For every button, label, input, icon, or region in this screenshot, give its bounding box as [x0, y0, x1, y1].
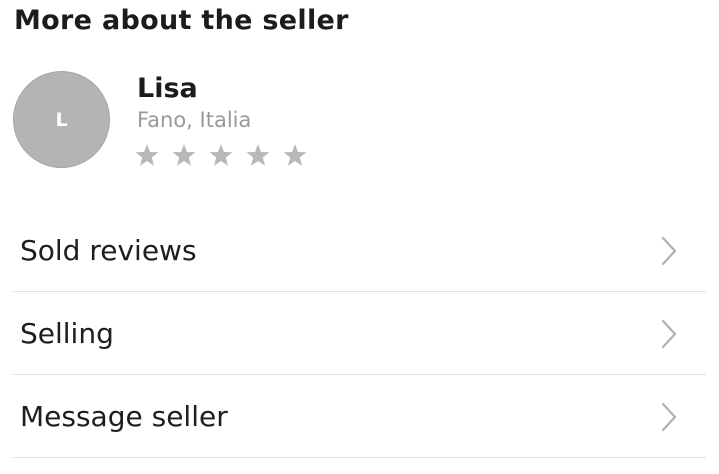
- chevron-right-icon: [661, 236, 677, 266]
- star-icon: [135, 144, 159, 166]
- star-icon: [172, 144, 196, 166]
- menu-item-label: Selling: [20, 316, 114, 350]
- seller-info-page: More about the seller L Lisa Fano, Itali…: [0, 0, 720, 474]
- page-title: More about the seller: [14, 5, 349, 36]
- menu-item-label: Message seller: [20, 399, 228, 433]
- star-rating: [134, 143, 308, 169]
- menu-item-selling[interactable]: Selling: [13, 292, 706, 375]
- menu-item-sold-reviews[interactable]: Sold reviews: [13, 209, 706, 292]
- menu-item-message-seller[interactable]: Message seller: [13, 375, 706, 458]
- star-icon: [209, 144, 233, 166]
- star-icon: [246, 144, 270, 166]
- seller-menu: Sold reviews Selling Message seller: [13, 209, 706, 458]
- avatar[interactable]: L: [13, 71, 110, 168]
- chevron-right-icon: [661, 402, 677, 432]
- seller-name[interactable]: Lisa: [137, 73, 198, 104]
- star-icon: [283, 144, 307, 166]
- chevron-right-icon: [661, 319, 677, 349]
- avatar-initial: L: [55, 108, 68, 131]
- seller-location: Fano, Italia: [137, 108, 252, 132]
- menu-item-label: Sold reviews: [20, 233, 197, 267]
